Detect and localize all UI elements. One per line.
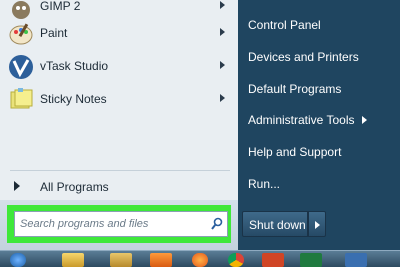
submenu-arrow-icon <box>220 94 225 102</box>
menu-item-label: Administrative Tools <box>248 113 355 127</box>
program-vtask-studio[interactable]: vTask Studio <box>0 52 238 82</box>
menu-item-run[interactable]: Run... <box>238 173 400 195</box>
program-paint[interactable]: Paint <box>0 19 238 49</box>
paint-palette-icon <box>9 23 33 45</box>
program-label: Sticky Notes <box>40 92 107 106</box>
shutdown-options-button[interactable] <box>308 211 326 237</box>
powerpoint-icon[interactable] <box>262 253 284 267</box>
search-placeholder: Search programs and files <box>20 218 149 230</box>
divider <box>10 170 230 171</box>
program-sticky-notes[interactable]: Sticky Notes <box>0 85 238 115</box>
sticky-notes-icon <box>10 88 33 109</box>
search-icon[interactable] <box>211 217 223 231</box>
program-label: vTask Studio <box>40 59 109 73</box>
menu-item-help-and-support[interactable]: Help and Support <box>238 141 400 163</box>
taskbar <box>0 250 400 267</box>
chevron-right-icon <box>315 221 320 229</box>
chrome-icon[interactable] <box>228 253 244 267</box>
menu-item-administrative-tools[interactable]: Administrative Tools <box>238 109 400 131</box>
submenu-arrow-icon <box>220 61 225 69</box>
menu-item-label: Help and Support <box>248 145 342 159</box>
folder-icon[interactable] <box>110 253 132 267</box>
app-icon[interactable] <box>345 253 367 267</box>
shutdown-button[interactable]: Shut down <box>242 211 308 237</box>
menu-item-label: Run... <box>248 177 281 191</box>
menu-item-control-panel[interactable]: Control Panel <box>238 14 400 36</box>
firefox-icon[interactable] <box>192 253 208 267</box>
submenu-arrow-icon <box>220 1 225 9</box>
vtask-studio-icon <box>9 55 33 79</box>
menu-item-label: Control Panel <box>248 18 321 32</box>
excel-icon[interactable] <box>300 253 322 267</box>
menu-item-devices-and-printers[interactable]: Devices and Printers <box>238 46 400 68</box>
all-programs-arrow-icon <box>14 181 20 191</box>
search-input[interactable]: Search programs and files <box>14 211 228 237</box>
all-programs-label: All Programs <box>40 180 109 194</box>
all-programs-button[interactable]: All Programs <box>0 174 238 198</box>
submenu-arrow-icon <box>220 28 225 36</box>
menu-item-default-programs[interactable]: Default Programs <box>238 78 400 100</box>
program-label: GIMP 2 <box>40 0 81 13</box>
menu-item-label: Devices and Printers <box>248 50 359 64</box>
shutdown-label: Shut down <box>249 218 306 232</box>
submenu-arrow-icon <box>362 116 367 124</box>
media-player-icon[interactable] <box>150 253 172 267</box>
menu-item-label: Default Programs <box>248 82 342 96</box>
gimp-icon <box>12 1 30 19</box>
start-menu-programs-pane: GIMP 2 Paint vTask Studio Sticky Notes A… <box>0 0 239 200</box>
start-orb-icon[interactable] <box>10 253 26 267</box>
program-label: Paint <box>40 26 68 40</box>
file-explorer-icon[interactable] <box>62 253 84 267</box>
